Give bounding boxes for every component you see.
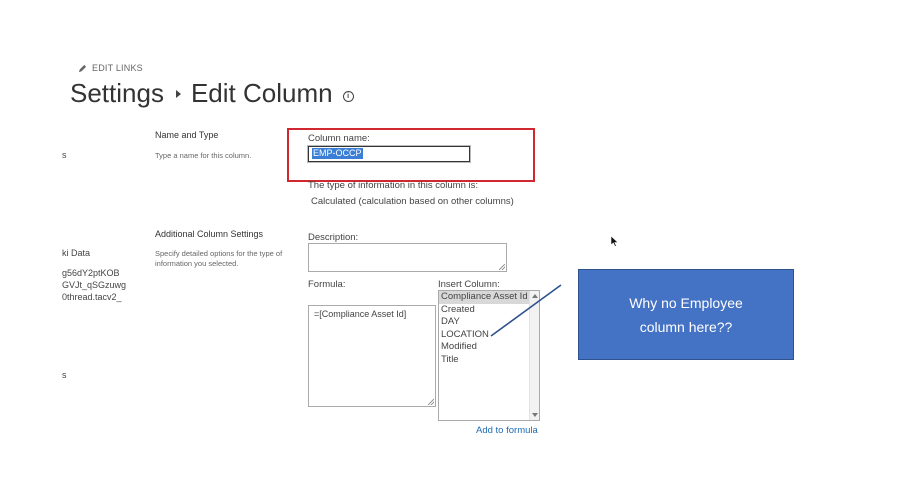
column-name-input[interactable]: EMP-OCCP — [307, 145, 471, 163]
edit-links-button[interactable]: EDIT LINKS — [78, 63, 143, 73]
add-to-formula-link[interactable]: Add to formula — [476, 425, 538, 436]
insert-column-option[interactable]: Title — [439, 354, 539, 367]
info-icon[interactable]: i — [342, 91, 354, 102]
annotation-line: column here?? — [639, 318, 733, 335]
insert-column-option[interactable]: Modified — [439, 341, 539, 354]
mouse-cursor-icon — [611, 236, 619, 247]
resize-grip-icon[interactable] — [499, 264, 505, 270]
column-type-value: Calculated (calculation based on other c… — [311, 196, 514, 207]
additional-settings-description: Specify detailed options for the type of… — [155, 249, 282, 269]
annotation-callout: Why no Employee column here?? — [578, 269, 794, 360]
left-nav-fragment[interactable]: 0thread.tacv2_ — [62, 292, 122, 302]
formula-value: =[Compliance Asset Id] — [314, 309, 407, 319]
name-type-section-description: Type a name for this column. — [155, 151, 252, 160]
column-type-label: The type of information in this column i… — [308, 180, 479, 191]
edit-links-label: EDIT LINKS — [92, 63, 143, 73]
scroll-down-arrow-icon[interactable] — [532, 413, 538, 417]
pencil-icon — [78, 64, 87, 72]
formula-label: Formula: — [308, 279, 346, 290]
breadcrumb-settings-link[interactable]: Settings — [70, 78, 164, 109]
breadcrumb-arrow-icon — [175, 89, 181, 98]
additional-settings-description-line: information you selected. — [155, 259, 239, 268]
additional-settings-title: Additional Column Settings — [155, 229, 264, 239]
description-textarea[interactable] — [308, 243, 507, 272]
annotation-line: Why no Employee — [629, 294, 743, 311]
left-nav-fragment[interactable]: g56dY2ptKOB — [62, 268, 120, 278]
page-title-text: Edit Column — [190, 78, 333, 108]
left-nav-fragment[interactable]: s — [62, 150, 67, 160]
left-nav-fragment[interactable]: GVJt_qSGzuwg — [62, 280, 126, 290]
left-nav-fragment[interactable]: s — [62, 370, 67, 380]
callout-pointer-line — [490, 284, 562, 337]
left-nav-fragment[interactable]: ki Data — [62, 248, 90, 258]
formula-textarea[interactable]: =[Compliance Asset Id] — [308, 305, 436, 407]
additional-settings-description-line: Specify detailed options for the type of — [155, 249, 283, 258]
name-type-section-title: Name and Type — [155, 130, 219, 140]
column-name-value: EMP-OCCP — [312, 148, 363, 159]
column-name-label: Column name: — [308, 133, 370, 144]
page-title: Settings Edit Column i — [70, 78, 354, 109]
description-label: Description: — [308, 232, 359, 243]
resize-grip-icon[interactable] — [428, 399, 434, 405]
